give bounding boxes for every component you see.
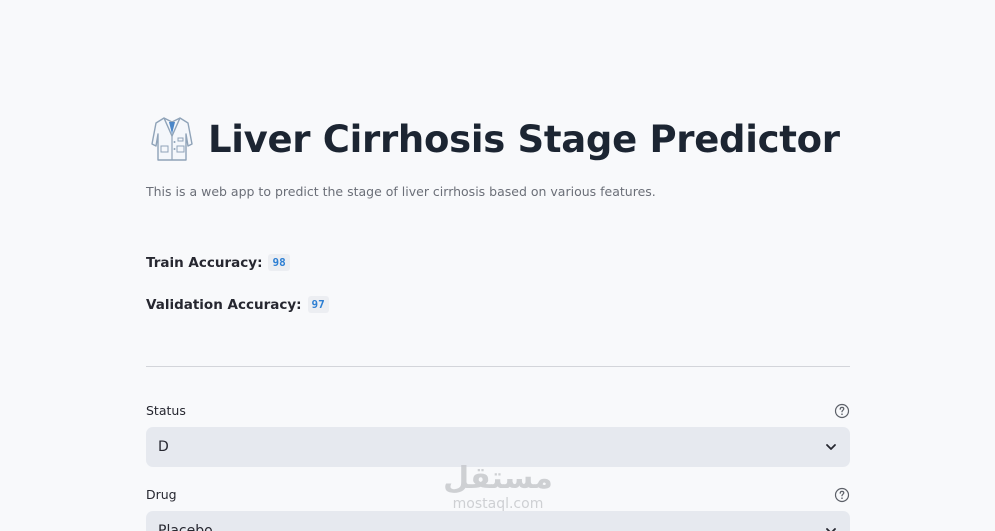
page-title: Liver Cirrhosis Stage Predictor — [208, 117, 840, 161]
divider — [146, 366, 850, 367]
chevron-down-icon — [826, 528, 836, 531]
validation-accuracy: Validation Accuracy: 97 — [146, 296, 329, 313]
status-help-icon[interactable] — [834, 403, 850, 419]
status-label: Status — [146, 403, 186, 418]
watermark-latin: mostaql.com — [452, 496, 544, 512]
title-row: Liver Cirrhosis Stage Predictor — [146, 112, 840, 166]
drug-label: Drug — [146, 487, 177, 502]
validation-accuracy-label: Validation Accuracy: — [146, 296, 302, 313]
drug-help-icon[interactable] — [834, 487, 850, 503]
status-select[interactable]: D — [146, 427, 850, 467]
train-accuracy: Train Accuracy: 98 — [146, 254, 290, 271]
app-page: Liver Cirrhosis Stage Predictor This is … — [0, 0, 995, 531]
train-accuracy-value: 98 — [268, 254, 290, 271]
drug-selected-value: Placebo — [158, 523, 213, 531]
drug-select[interactable]: Placebo — [146, 511, 850, 531]
page-subtitle: This is a web app to predict the stage o… — [146, 184, 656, 199]
status-selected-value: D — [158, 439, 169, 455]
watermark-arabic: مستقل — [443, 461, 553, 496]
validation-accuracy-value: 97 — [307, 296, 329, 313]
train-accuracy-label: Train Accuracy: — [146, 254, 263, 271]
chevron-down-icon — [826, 444, 836, 450]
lab-coat-icon — [146, 112, 198, 166]
watermark: مستقل mostaql.com — [436, 461, 560, 513]
